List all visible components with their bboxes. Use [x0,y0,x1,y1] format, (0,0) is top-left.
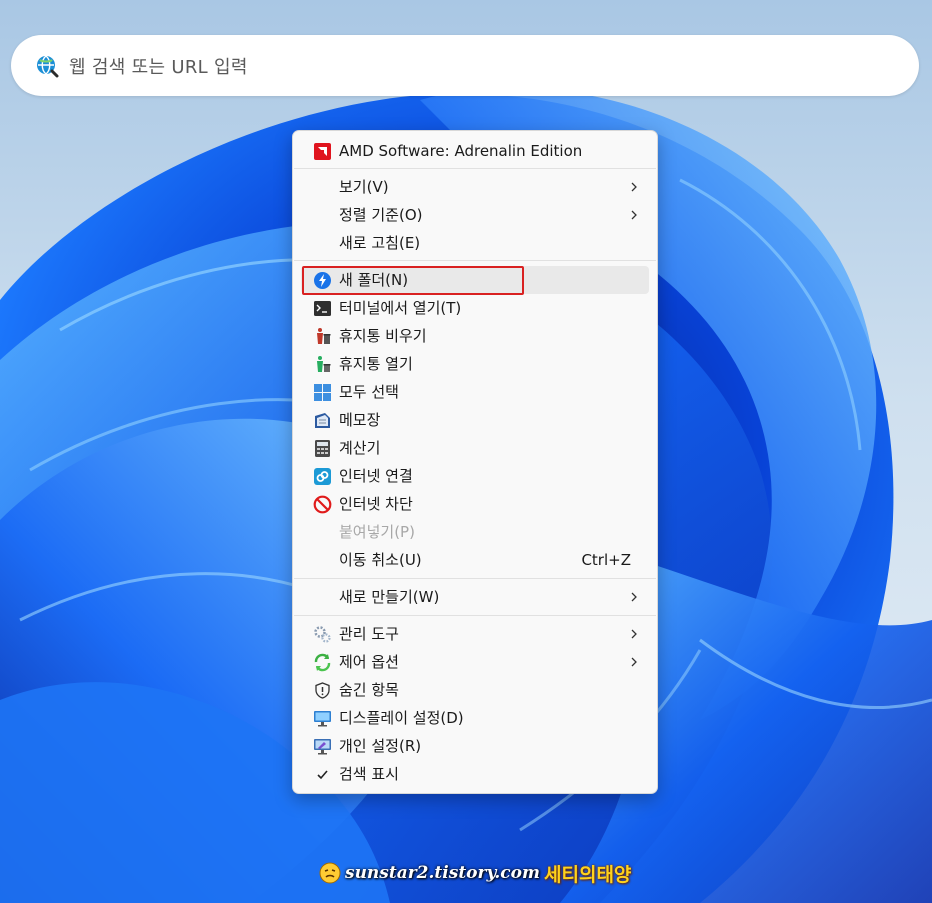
menu-separator [294,578,656,579]
menu-item-control-options[interactable]: 제어 옵션 [301,648,649,676]
menu-item-label: 이동 취소(U) [339,551,422,569]
chevron-right-icon [629,588,639,606]
menu-item-label: AMD Software: Adrenalin Edition [339,142,583,160]
admin-tools-icon [313,625,332,644]
chevron-right-icon [629,178,639,196]
globe-search-icon [37,54,59,77]
empty-recycle-bin-icon [313,327,332,346]
menu-separator [294,168,656,169]
recycle-bin-icon [313,355,332,374]
search-placeholder: 웹 검색 또는 URL 입력 [69,56,248,78]
menu-item-paste[interactable]: 붙여넣기(P) [301,518,649,546]
menu-item-label: 계산기 [339,439,381,457]
menu-item-label: 인터넷 차단 [339,495,413,513]
menu-separator [294,615,656,616]
menu-item-label: 인터넷 연결 [339,467,413,485]
shield-icon [313,681,332,700]
menu-item-notepad[interactable]: 메모장 [301,406,649,434]
menu-item-label: 개인 설정(R) [339,737,422,755]
menu-item-label: 메모장 [339,411,381,429]
menu-item-calculator[interactable]: 계산기 [301,434,649,462]
web-search-bar[interactable]: 웹 검색 또는 URL 입력 [11,35,919,96]
menu-item-empty-recycle-bin[interactable]: 휴지통 비우기 [301,322,649,350]
menu-item-label: 새로 만들기(W) [339,588,440,606]
menu-item-label: 제어 옵션 [339,653,399,671]
menu-item-hidden-items[interactable]: 숨긴 항목 [301,676,649,704]
menu-item-label: 정렬 기준(O) [339,206,423,224]
checkmark-icon [313,765,332,784]
personalize-icon [313,737,332,756]
notepad-icon [313,411,332,430]
select-all-icon [313,383,332,402]
smiley-face-icon [319,862,341,884]
menu-item-label: 새로 고침(E) [339,234,421,252]
menu-item-show-search[interactable]: 검색 표시 [301,760,649,788]
menu-item-label: 모두 선택 [339,383,399,401]
desktop-context-menu: AMD Software: Adrenalin Edition 보기(V) 정렬… [292,130,658,794]
menu-item-internet-connect[interactable]: 인터넷 연결 [301,462,649,490]
watermark-site: sunstar2.tistory.com [345,863,540,883]
menu-item-undo-move[interactable]: 이동 취소(U) Ctrl+Z [301,546,649,574]
amd-logo-icon [313,142,332,161]
menu-item-label: 검색 표시 [339,765,399,783]
internet-block-icon [313,495,332,514]
menu-item-label: 붙여넣기(P) [339,523,415,541]
menu-item-label: 보기(V) [339,178,389,196]
menu-item-open-recycle-bin[interactable]: 휴지통 열기 [301,350,649,378]
chevron-right-icon [629,206,639,224]
terminal-icon [313,299,332,318]
menu-item-label: 디스플레이 설정(D) [339,709,464,727]
menu-item-label: 관리 도구 [339,625,399,643]
menu-item-amd-software[interactable]: AMD Software: Adrenalin Edition [301,137,649,165]
menu-item-open-in-terminal[interactable]: 터미널에서 열기(T) [301,294,649,322]
shortcut-label: Ctrl+Z [581,551,631,569]
menu-item-label: 휴지통 열기 [339,355,413,373]
menu-item-label: 숨긴 항목 [339,681,399,699]
menu-item-refresh[interactable]: 새로 고침(E) [301,229,649,257]
menu-item-label: 터미널에서 열기(T) [339,299,462,317]
menu-item-label: 휴지통 비우기 [339,327,427,345]
menu-item-new[interactable]: 새로 만들기(W) [301,583,649,611]
chevron-right-icon [629,625,639,643]
display-icon [313,709,332,728]
menu-item-sort-by[interactable]: 정렬 기준(O) [301,201,649,229]
watermark: sunstar2.tistory.com 세티의태양 [319,860,631,886]
menu-item-internet-block[interactable]: 인터넷 차단 [301,490,649,518]
control-options-icon [313,653,332,672]
menu-item-admin-tools[interactable]: 관리 도구 [301,620,649,648]
menu-item-view[interactable]: 보기(V) [301,173,649,201]
annotation-highlight-box [302,266,524,295]
menu-item-select-all[interactable]: 모두 선택 [301,378,649,406]
menu-item-personalize[interactable]: 개인 설정(R) [301,732,649,760]
watermark-brand: 세티의태양 [544,863,632,886]
chevron-right-icon [629,653,639,671]
menu-separator [294,260,656,261]
menu-item-display-settings[interactable]: 디스플레이 설정(D) [301,704,649,732]
calculator-icon [313,439,332,458]
internet-connect-icon [313,467,332,486]
